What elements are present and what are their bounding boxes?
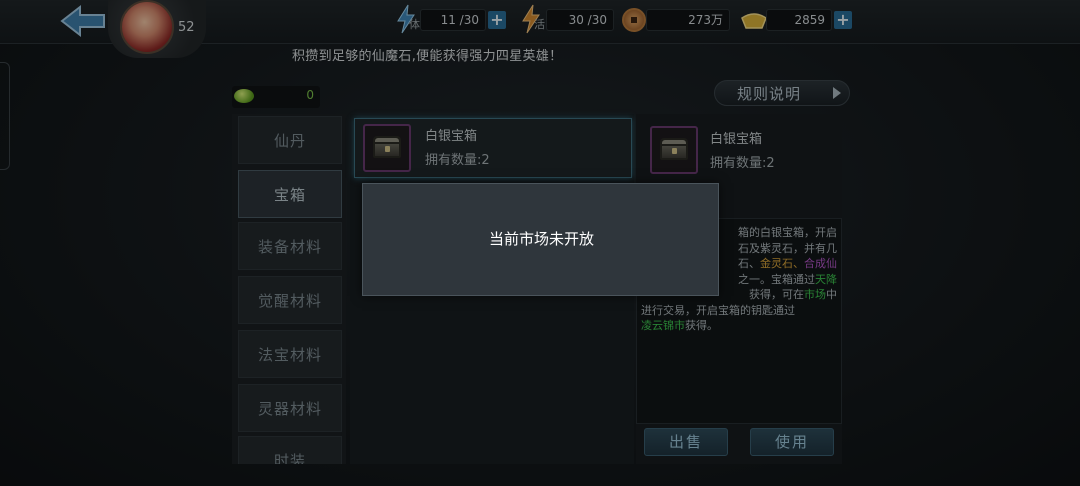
toast-message: 当前市场未开放 [488,230,594,248]
toast-popup: 当前市场未开放 [362,183,719,296]
